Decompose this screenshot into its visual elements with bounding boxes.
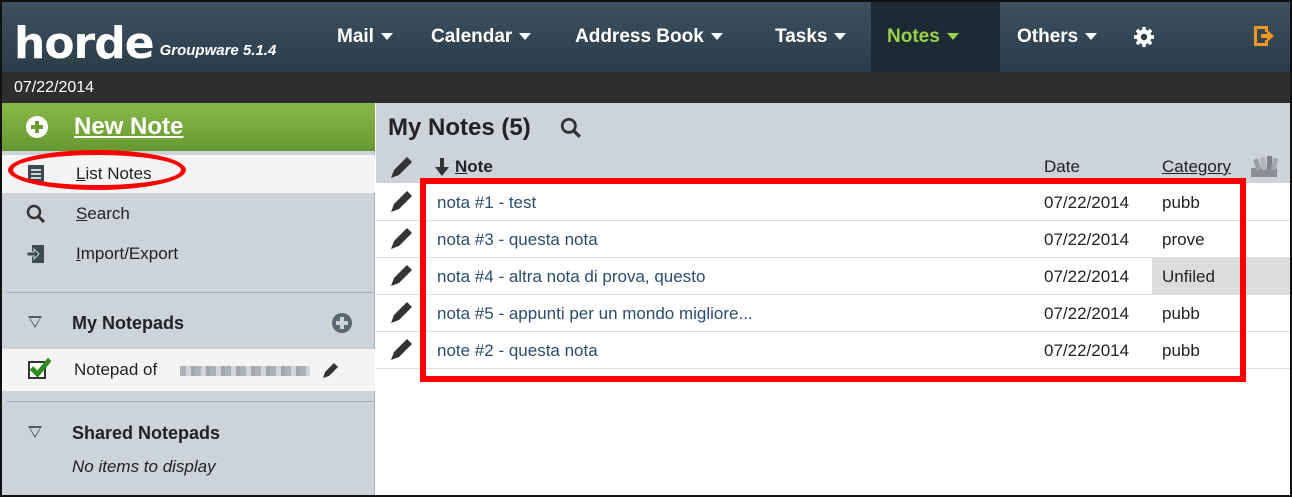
sidebar-item-label: Search <box>76 204 130 223</box>
add-icon <box>26 116 48 138</box>
pencil-icon[interactable] <box>388 337 414 363</box>
chevron-down-icon <box>710 33 723 41</box>
menu-address-book[interactable]: Address Book <box>575 2 723 72</box>
menu-notes[interactable]: Notes <box>887 2 959 72</box>
menu-tasks[interactable]: Tasks <box>775 2 847 72</box>
menu-label: Notes <box>887 26 940 47</box>
highlight-ellipse <box>8 150 186 190</box>
chevron-down-icon <box>1085 33 1098 41</box>
gear-icon[interactable] <box>1133 26 1155 48</box>
logout-icon[interactable] <box>1251 24 1275 48</box>
chevron-down-icon <box>519 33 532 41</box>
sidebar-item-import-export[interactable]: Import/Export <box>2 235 375 273</box>
pencil-icon[interactable] <box>320 361 340 381</box>
logo-version: Groupware 5.1.4 <box>159 42 277 59</box>
notes-header: My Notes (5) Note Date Category <box>376 103 1290 183</box>
menu-label: Calendar <box>431 26 513 47</box>
current-date: 07/22/2014 <box>2 72 1290 103</box>
search-icon[interactable] <box>560 117 582 139</box>
app-window: horde Groupware 5.1.4 Mail Calendar Addr… <box>0 0 1292 497</box>
menu-others[interactable]: Others <box>1017 2 1098 72</box>
checkbox[interactable] <box>28 357 51 379</box>
empty-message: No items to display <box>72 457 216 476</box>
new-note-button[interactable]: New Note <box>2 103 375 151</box>
add-notepad-icon[interactable] <box>332 313 352 333</box>
pencil-icon[interactable] <box>388 263 414 289</box>
notepad-item[interactable]: Notepad of <box>2 349 375 391</box>
new-note-label: New Note <box>74 113 184 140</box>
menu-label: Mail <box>337 26 374 47</box>
pencil-icon[interactable] <box>388 189 414 215</box>
collapse-toggle-icon <box>28 426 42 438</box>
import-export-icon <box>26 245 44 263</box>
search-icon <box>26 204 46 224</box>
chevron-down-icon <box>834 33 847 41</box>
sidebar-item-label: Import/Export <box>76 244 179 263</box>
menu-mail[interactable]: Mail <box>337 2 393 72</box>
pencil-icon[interactable] <box>388 226 414 252</box>
logo-text: horde <box>14 18 155 69</box>
collapse-toggle-icon <box>28 316 42 328</box>
sidebar-item-search[interactable]: Search <box>2 195 375 233</box>
shared-notepads-header[interactable]: Shared Notepads <box>2 413 375 453</box>
section-label: My Notepads <box>72 313 185 333</box>
sort-down-icon[interactable] <box>434 157 450 177</box>
top-bar: horde Groupware 5.1.4 Mail Calendar Addr… <box>2 2 1290 72</box>
page-title: My Notes (5) <box>388 114 531 141</box>
menu-label: Tasks <box>775 26 828 47</box>
horde-logo[interactable]: horde Groupware 5.1.4 <box>14 10 276 68</box>
pencil-icon <box>391 157 412 178</box>
notepad-label: Notepad of <box>74 360 158 379</box>
chevron-down-icon <box>946 33 959 41</box>
menu-label: Address Book <box>575 26 704 47</box>
section-label: Shared Notepads <box>72 423 221 443</box>
pencil-icon[interactable] <box>388 300 414 326</box>
highlight-box <box>420 178 1246 382</box>
check-icon <box>29 357 51 378</box>
divider <box>6 292 373 293</box>
divider <box>6 401 373 402</box>
redacted-name <box>180 366 310 376</box>
chevron-down-icon <box>380 33 393 41</box>
menu-label: Others <box>1017 26 1079 47</box>
my-notepads-header[interactable]: My Notepads <box>2 303 375 343</box>
category-icon[interactable] <box>1249 155 1279 179</box>
menu-calendar[interactable]: Calendar <box>431 2 532 72</box>
